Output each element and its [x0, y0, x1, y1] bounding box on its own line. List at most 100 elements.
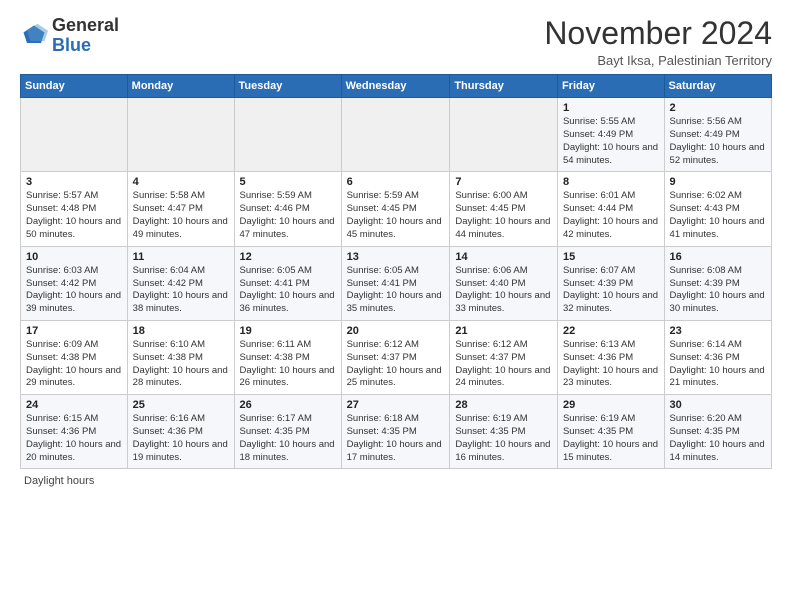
day-info: Sunrise: 6:02 AM Sunset: 4:43 PM Dayligh… — [670, 190, 766, 241]
day-number: 1 — [563, 102, 659, 114]
day-number: 11 — [133, 251, 229, 263]
calendar-cell — [127, 98, 234, 172]
day-number: 2 — [670, 102, 766, 114]
calendar-cell: 13 Sunrise: 6:05 AM Sunset: 4:41 PM Dayli… — [341, 246, 450, 320]
location-subtitle: Bayt Iksa, Palestinian Territory — [544, 53, 772, 68]
day-number: 12 — [240, 251, 336, 263]
day-info: Sunrise: 6:08 AM Sunset: 4:39 PM Dayligh… — [670, 265, 766, 316]
day-number: 9 — [670, 176, 766, 188]
calendar-cell: 16 Sunrise: 6:08 AM Sunset: 4:39 PM Dayli… — [664, 246, 771, 320]
day-info: Sunrise: 6:11 AM Sunset: 4:38 PM Dayligh… — [240, 339, 336, 390]
day-number: 28 — [455, 399, 552, 411]
calendar-cell: 14Sunrise: 6:06 AM Sunset: 4:40 PM Dayli… — [450, 246, 558, 320]
col-header-tuesday: Tuesday — [234, 75, 341, 98]
day-number: 5 — [240, 176, 336, 188]
calendar-cell: 5Sunrise: 5:59 AM Sunset: 4:46 PM Daylig… — [234, 172, 341, 246]
day-number: 23 — [670, 325, 766, 337]
day-info: Sunrise: 6:10 AM Sunset: 4:38 PM Dayligh… — [133, 339, 229, 390]
day-number: 22 — [563, 325, 659, 337]
day-number: 25 — [133, 399, 229, 411]
calendar-cell: 23 Sunrise: 6:14 AM Sunset: 4:36 PM Dayli… — [664, 320, 771, 394]
col-header-wednesday: Wednesday — [341, 75, 450, 98]
day-info: Sunrise: 5:57 AM Sunset: 4:48 PM Dayligh… — [26, 190, 122, 241]
calendar-cell: 17 Sunrise: 6:09 AM Sunset: 4:38 PM Dayli… — [21, 320, 128, 394]
calendar-cell: 1 Sunrise: 5:55 AM Sunset: 4:49 PM Daylig… — [557, 98, 664, 172]
calendar-cell: 22Sunrise: 6:13 AM Sunset: 4:36 PM Dayli… — [557, 320, 664, 394]
calendar-cell: 3Sunrise: 5:57 AM Sunset: 4:48 PM Daylig… — [21, 172, 128, 246]
calendar-week-row: 10 Sunrise: 6:03 AM Sunset: 4:42 PM Dayli… — [21, 246, 772, 320]
month-title: November 2024 — [544, 16, 772, 51]
calendar-cell: 28 Sunrise: 6:19 AM Sunset: 4:35 PM Dayli… — [450, 395, 558, 469]
header: General Blue November 2024 Bayt Iksa, Pa… — [20, 16, 772, 68]
calendar-cell: 10 Sunrise: 6:03 AM Sunset: 4:42 PM Dayli… — [21, 246, 128, 320]
calendar-cell — [341, 98, 450, 172]
day-number: 6 — [347, 176, 445, 188]
calendar-week-row: 17 Sunrise: 6:09 AM Sunset: 4:38 PM Dayli… — [21, 320, 772, 394]
day-info: Sunrise: 5:59 AM Sunset: 4:45 PM Dayligh… — [347, 190, 445, 241]
calendar-cell: 24Sunrise: 6:15 AM Sunset: 4:36 PM Dayli… — [21, 395, 128, 469]
day-info: Sunrise: 6:05 AM Sunset: 4:41 PM Dayligh… — [347, 265, 445, 316]
calendar-cell — [21, 98, 128, 172]
footer-note: Daylight hours — [20, 475, 772, 487]
calendar-cell — [450, 98, 558, 172]
calendar-cell — [234, 98, 341, 172]
day-info: Sunrise: 6:18 AM Sunset: 4:35 PM Dayligh… — [347, 413, 445, 464]
calendar-header-row: SundayMondayTuesdayWednesdayThursdayFrid… — [21, 75, 772, 98]
day-info: Sunrise: 6:14 AM Sunset: 4:36 PM Dayligh… — [670, 339, 766, 390]
day-number: 26 — [240, 399, 336, 411]
day-info: Sunrise: 6:03 AM Sunset: 4:42 PM Dayligh… — [26, 265, 122, 316]
calendar-cell: 15Sunrise: 6:07 AM Sunset: 4:39 PM Dayli… — [557, 246, 664, 320]
col-header-saturday: Saturday — [664, 75, 771, 98]
day-info: Sunrise: 6:05 AM Sunset: 4:41 PM Dayligh… — [240, 265, 336, 316]
day-info: Sunrise: 6:09 AM Sunset: 4:38 PM Dayligh… — [26, 339, 122, 390]
calendar-cell: 19 Sunrise: 6:11 AM Sunset: 4:38 PM Dayli… — [234, 320, 341, 394]
day-number: 10 — [26, 251, 122, 263]
calendar-cell: 27 Sunrise: 6:18 AM Sunset: 4:35 PM Dayli… — [341, 395, 450, 469]
day-info: Sunrise: 6:01 AM Sunset: 4:44 PM Dayligh… — [563, 190, 659, 241]
calendar-cell: 18 Sunrise: 6:10 AM Sunset: 4:38 PM Dayli… — [127, 320, 234, 394]
day-number: 8 — [563, 176, 659, 188]
day-number: 21 — [455, 325, 552, 337]
col-header-sunday: Sunday — [21, 75, 128, 98]
calendar-cell: 21 Sunrise: 6:12 AM Sunset: 4:37 PM Dayli… — [450, 320, 558, 394]
calendar-week-row: 3Sunrise: 5:57 AM Sunset: 4:48 PM Daylig… — [21, 172, 772, 246]
day-number: 30 — [670, 399, 766, 411]
calendar-cell: 9 Sunrise: 6:02 AM Sunset: 4:43 PM Daylig… — [664, 172, 771, 246]
day-number: 15 — [563, 251, 659, 263]
title-block: November 2024 Bayt Iksa, Palestinian Ter… — [544, 16, 772, 68]
logo: General Blue — [20, 16, 119, 56]
day-number: 16 — [670, 251, 766, 263]
day-number: 17 — [26, 325, 122, 337]
day-number: 18 — [133, 325, 229, 337]
day-info: Sunrise: 6:06 AM Sunset: 4:40 PM Dayligh… — [455, 265, 552, 316]
calendar-cell: 30 Sunrise: 6:20 AM Sunset: 4:35 PM Dayli… — [664, 395, 771, 469]
day-info: Sunrise: 6:04 AM Sunset: 4:42 PM Dayligh… — [133, 265, 229, 316]
day-info: Sunrise: 6:19 AM Sunset: 4:35 PM Dayligh… — [455, 413, 552, 464]
calendar-cell: 2Sunrise: 5:56 AM Sunset: 4:49 PM Daylig… — [664, 98, 771, 172]
day-info: Sunrise: 6:20 AM Sunset: 4:35 PM Dayligh… — [670, 413, 766, 464]
calendar-cell: 7Sunrise: 6:00 AM Sunset: 4:45 PM Daylig… — [450, 172, 558, 246]
day-number: 4 — [133, 176, 229, 188]
day-info: Sunrise: 5:55 AM Sunset: 4:49 PM Dayligh… — [563, 116, 659, 167]
day-info: Sunrise: 6:00 AM Sunset: 4:45 PM Dayligh… — [455, 190, 552, 241]
calendar-cell: 29Sunrise: 6:19 AM Sunset: 4:35 PM Dayli… — [557, 395, 664, 469]
day-number: 19 — [240, 325, 336, 337]
day-info: Sunrise: 5:58 AM Sunset: 4:47 PM Dayligh… — [133, 190, 229, 241]
logo-text: General Blue — [52, 16, 119, 56]
calendar-cell: 12 Sunrise: 6:05 AM Sunset: 4:41 PM Dayli… — [234, 246, 341, 320]
col-header-friday: Friday — [557, 75, 664, 98]
calendar-week-row: 24Sunrise: 6:15 AM Sunset: 4:36 PM Dayli… — [21, 395, 772, 469]
day-number: 13 — [347, 251, 445, 263]
day-info: Sunrise: 6:12 AM Sunset: 4:37 PM Dayligh… — [455, 339, 552, 390]
calendar-cell: 6 Sunrise: 5:59 AM Sunset: 4:45 PM Daylig… — [341, 172, 450, 246]
logo-blue: Blue — [52, 35, 91, 55]
day-number: 27 — [347, 399, 445, 411]
logo-icon — [20, 22, 48, 50]
day-info: Sunrise: 6:15 AM Sunset: 4:36 PM Dayligh… — [26, 413, 122, 464]
calendar-cell: 26 Sunrise: 6:17 AM Sunset: 4:35 PM Dayli… — [234, 395, 341, 469]
day-number: 20 — [347, 325, 445, 337]
page: General Blue November 2024 Bayt Iksa, Pa… — [0, 0, 792, 612]
day-info: Sunrise: 6:17 AM Sunset: 4:35 PM Dayligh… — [240, 413, 336, 464]
logo-general: General — [52, 15, 119, 35]
calendar-cell: 4 Sunrise: 5:58 AM Sunset: 4:47 PM Daylig… — [127, 172, 234, 246]
